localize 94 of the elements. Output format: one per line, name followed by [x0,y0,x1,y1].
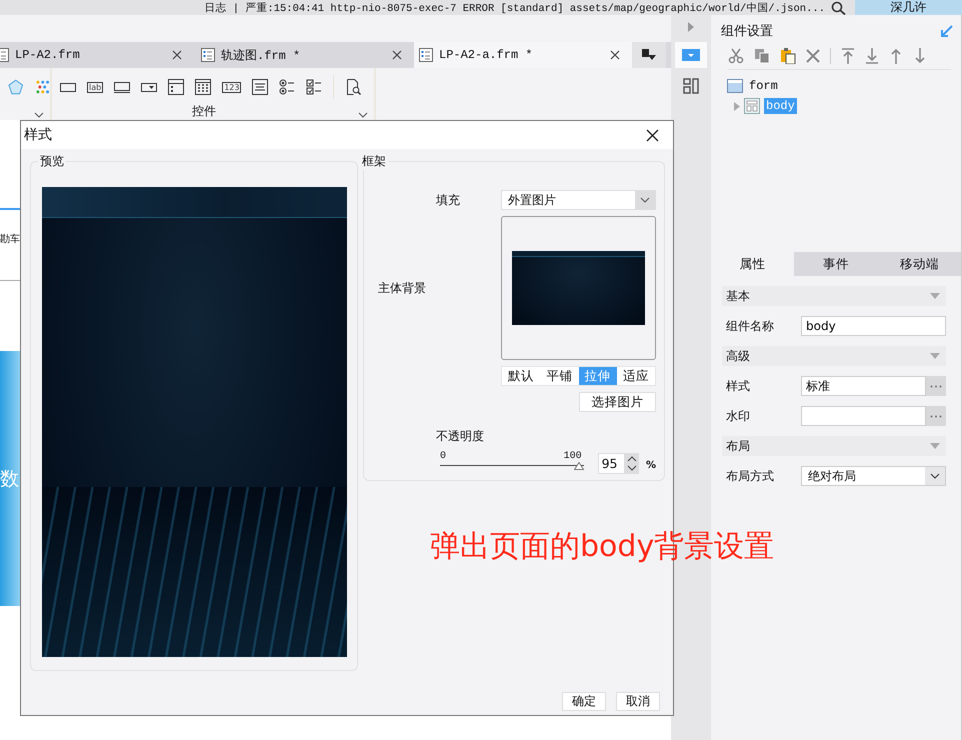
textarea-widget-icon[interactable] [252,79,268,95]
caret-icon [930,353,940,359]
paste-icon[interactable] [780,48,796,64]
component-panel-button[interactable] [675,42,708,68]
mode-option[interactable]: 适应 [616,367,655,385]
tree-item[interactable]: form [747,78,780,94]
mode-option[interactable]: 平铺 [540,367,578,385]
search-icon[interactable] [831,0,847,14]
group-title: 基本 [726,288,750,304]
calendar-icon[interactable] [195,79,212,95]
property-group-header[interactable]: 布局 [722,436,946,456]
text-field[interactable]: 标准 [801,376,926,396]
log-message: 日志 | 严重:15:04:41 http-nio-8075-exec-7 ERROR [standard] assets/map/geographic/world/中国/.json... [204,1,825,14]
copy-icon[interactable] [754,48,770,64]
slider-min-label: 0 [440,451,446,462]
close-icon[interactable] [172,50,182,60]
close-icon[interactable] [392,50,402,60]
panel-title: 组件设置 [721,23,773,40]
caret-icon [930,443,940,449]
opacity-field[interactable]: 95 [598,453,626,474]
delete-icon[interactable] [806,49,820,63]
body-background-label: 主体背景 [377,280,427,296]
group-title: 高级 [726,348,750,364]
toolbar-group-label: 控件 [192,105,216,118]
form-icon [727,79,743,93]
fill-label: 填充 [435,192,461,208]
section-legend: 预览 [38,153,66,170]
arrow-icon[interactable] [941,25,953,37]
checkbox-list-icon[interactable] [306,79,322,95]
file-tab[interactable]: 轨迹图.frm * [194,42,414,68]
tab-menu-button[interactable] [632,42,666,68]
file-tab[interactable]: LP-A2-a.frm * [414,42,632,68]
property-group-header[interactable]: 高级 [722,346,946,366]
cut-icon[interactable] [728,48,744,64]
panel-layout-icon [744,98,760,114]
close-icon[interactable] [646,128,659,142]
text-field[interactable]: body [801,316,946,336]
move-to-bottom-icon[interactable] [865,48,879,64]
chevron-up-icon[interactable] [627,454,638,462]
more-icon [930,384,942,388]
caret-icon [640,197,650,203]
chevron-down-icon[interactable] [358,112,368,118]
more-button[interactable] [926,406,946,426]
property-label: 样式 [726,378,751,394]
fill-dropdown[interactable]: 外置图片 [501,190,656,210]
chevron-down-icon[interactable] [627,465,638,472]
arrow-down-icon[interactable] [913,48,927,64]
layout-icon[interactable] [683,78,700,94]
dialog-title: 样式 [24,126,52,144]
menu-icon [642,49,656,61]
circle-graphic: 数 [0,351,20,606]
more-button[interactable] [926,376,946,396]
slider-thumb[interactable] [574,462,584,470]
panel-tab[interactable]: 事件 [794,252,878,276]
slider-max-label: 100 [564,451,582,462]
spinner-control[interactable] [625,453,639,474]
property-group-header[interactable]: 基本 [722,286,946,306]
document-search-icon[interactable] [345,79,362,95]
panel-widget-icon[interactable] [168,79,184,95]
choose-image-button[interactable]: 选择图片 [579,392,656,412]
dialog-button[interactable]: 取消 [616,692,660,711]
chevron-down-icon[interactable] [34,112,44,118]
dropdown-icon [682,49,700,61]
move-to-top-icon[interactable] [841,48,855,64]
canvas-text: 勘车 [0,232,21,246]
textbox-widget-icon[interactable] [60,81,76,93]
property-label: 水印 [726,408,751,424]
caret-icon [930,293,940,299]
caret-icon [930,473,940,479]
radio-list-icon[interactable] [279,79,296,95]
opacity-label: 不透明度 [435,428,485,445]
arrow-up-icon[interactable] [889,48,903,64]
property-label: 组件名称 [726,318,775,334]
property-label: 布局方式 [726,468,775,484]
file-tab[interactable]: LP-A2.frm [0,42,194,68]
group-title: 布局 [726,438,750,454]
number-widget-icon[interactable]: 123 [222,82,242,92]
more-icon [930,414,942,418]
layout-dropdown[interactable]: 绝对布局 [801,466,946,486]
dropdown-widget-icon[interactable] [141,81,158,93]
document-icon [200,47,216,63]
panel-tab[interactable]: 属性 [711,252,794,276]
panel-tab[interactable]: 移动端 [878,252,961,276]
percent-unit: % [646,460,656,471]
dots-icon[interactable] [34,79,50,95]
label-widget-icon[interactable]: lab [87,82,104,92]
mode-option[interactable]: 默认 [502,367,540,385]
text-field[interactable] [801,406,926,426]
button-widget-icon[interactable] [114,81,130,93]
user-button[interactable]: 深几许 [855,0,962,15]
document-icon [418,47,434,63]
dialog-button[interactable]: 确定 [562,692,606,711]
close-icon[interactable] [610,50,620,60]
section-legend: 框架 [360,153,388,170]
